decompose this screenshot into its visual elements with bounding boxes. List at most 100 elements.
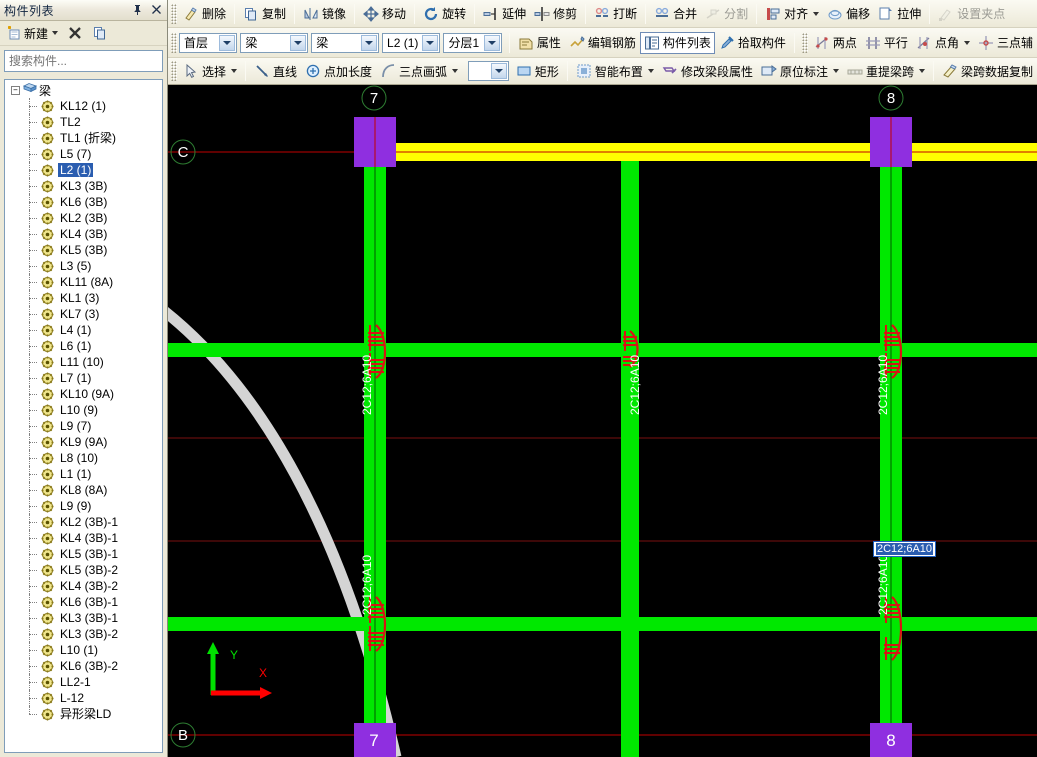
beam-horizontal-1[interactable] bbox=[168, 343, 1037, 357]
collapse-toggle-icon[interactable]: – bbox=[11, 85, 20, 95]
chevron-down-icon[interactable] bbox=[361, 34, 378, 51]
chevron-down-icon[interactable] bbox=[490, 63, 507, 79]
chevron-down-icon[interactable] bbox=[483, 34, 500, 51]
toolbar-button-extend[interactable]: 延伸 bbox=[479, 3, 530, 25]
toolbar-button-edit-rebar[interactable]: 编辑钢筋 bbox=[565, 32, 640, 54]
chevron-down-icon[interactable] bbox=[918, 69, 925, 73]
toolbar-button-trim[interactable]: 修剪 bbox=[530, 3, 581, 25]
tree-root-node[interactable]: – 梁 bbox=[5, 82, 162, 98]
tree-item[interactable]: KL6 (3B) bbox=[5, 194, 162, 210]
tree-item[interactable]: KL3 (3B)-2 bbox=[5, 626, 162, 642]
toolbar-button-align[interactable]: 对齐 bbox=[761, 3, 823, 25]
toolbar-button-eyedropper[interactable]: 拾取构件 bbox=[715, 32, 790, 54]
tree-item[interactable]: LL2-1 bbox=[5, 674, 162, 690]
tree-item[interactable]: L3 (5) bbox=[5, 258, 162, 274]
toolbar-button-point-angle[interactable]: 点角 bbox=[912, 32, 974, 54]
tree-item[interactable]: KL12 (1) bbox=[5, 98, 162, 114]
tree-item[interactable]: KL2 (3B) bbox=[5, 210, 162, 226]
search-input[interactable] bbox=[5, 52, 166, 70]
new-component-button[interactable]: 新建 bbox=[4, 24, 60, 43]
combo-shape-combo[interactable] bbox=[468, 61, 509, 81]
tree-item[interactable]: KL8 (8A) bbox=[5, 482, 162, 498]
toolbar-button-mirror[interactable]: 镜像 bbox=[299, 3, 350, 25]
tree-item[interactable]: KL3 (3B) bbox=[5, 178, 162, 194]
toolbar-grip[interactable] bbox=[171, 32, 177, 53]
close-icon[interactable] bbox=[148, 1, 165, 18]
tree-item[interactable]: L9 (9) bbox=[5, 498, 162, 514]
tree-item[interactable]: KL5 (3B) bbox=[5, 242, 162, 258]
toolbar-button-eraser[interactable]: 删除 bbox=[179, 3, 230, 25]
pin-icon[interactable] bbox=[129, 1, 146, 18]
toolbar-grip[interactable] bbox=[171, 3, 177, 24]
toolbar-button-two-point[interactable]: 两点 bbox=[810, 32, 861, 54]
tree-item[interactable]: KL7 (3) bbox=[5, 306, 162, 322]
toolbar-button-arc[interactable]: 三点画弧 bbox=[376, 60, 462, 82]
toolbar-button-list[interactable]: 构件列表 bbox=[639, 31, 715, 54]
tree-item[interactable]: L1 (1) bbox=[5, 466, 162, 482]
beam-vertical-mid[interactable] bbox=[621, 161, 639, 757]
tree-item[interactable]: KL9 (9A) bbox=[5, 434, 162, 450]
tree-item[interactable]: L10 (9) bbox=[5, 402, 162, 418]
toolbar-grip[interactable] bbox=[171, 61, 177, 81]
chevron-down-icon[interactable] bbox=[832, 69, 839, 73]
tree-item[interactable]: KL10 (9A) bbox=[5, 386, 162, 402]
toolbar-button-smart-layout[interactable]: 智能布置 bbox=[572, 60, 658, 82]
tree-item[interactable]: KL2 (3B)-1 bbox=[5, 514, 162, 530]
chevron-down-icon[interactable] bbox=[231, 69, 238, 73]
toolbar-button-three-point[interactable]: 三点辅 bbox=[974, 32, 1037, 54]
tree-item[interactable]: L10 (1) bbox=[5, 642, 162, 658]
combo-layer[interactable]: 分层1 bbox=[443, 32, 502, 53]
toolbar-button-cursor[interactable]: 选择 bbox=[179, 60, 241, 82]
selected-rebar-label[interactable]: 2C12;6A10 bbox=[873, 541, 937, 557]
tree-item[interactable]: TL2 bbox=[5, 114, 162, 130]
tree-item[interactable]: KL5 (3B)-1 bbox=[5, 546, 162, 562]
chevron-down-icon[interactable] bbox=[647, 69, 654, 73]
toolbar-button-parallel[interactable]: 平行 bbox=[861, 32, 912, 54]
toolbar-button-merge[interactable]: 合并 bbox=[650, 3, 701, 25]
tree-item[interactable]: KL5 (3B)-2 bbox=[5, 562, 162, 578]
component-tree[interactable]: – 梁 KL12 (1) TL2 TL1 (折梁) L5 (7) L2 (1) KL3 (… bbox=[4, 79, 163, 753]
toolbar-button-stretch[interactable]: 拉伸 bbox=[874, 3, 925, 25]
toolbar-button-edit-seg[interactable]: 修改梁段属性 bbox=[658, 60, 757, 82]
tree-item[interactable]: L6 (1) bbox=[5, 338, 162, 354]
toolbar-button-insitu-mark[interactable]: 原位标注 bbox=[757, 60, 843, 82]
tree-item[interactable]: L2 (1) bbox=[5, 162, 162, 178]
tree-item[interactable]: TL1 (折梁) bbox=[5, 130, 162, 146]
tree-item[interactable]: L-12 bbox=[5, 690, 162, 706]
toolbar-grip[interactable] bbox=[801, 32, 808, 53]
tree-item[interactable]: KL4 (3B)-2 bbox=[5, 578, 162, 594]
chevron-down-icon[interactable] bbox=[422, 34, 439, 51]
toolbar-button-span-copy[interactable]: 梁跨数据复制 bbox=[938, 60, 1037, 82]
combo-type[interactable]: 梁 bbox=[311, 32, 380, 53]
toolbar-button-offset[interactable]: 偏移 bbox=[823, 3, 874, 25]
cad-drawing[interactable]: C 7 8 B 7 8 Y X bbox=[168, 85, 1037, 757]
combo-category[interactable]: 梁 bbox=[240, 32, 309, 53]
tree-item[interactable]: L5 (7) bbox=[5, 146, 162, 162]
chevron-down-icon[interactable] bbox=[813, 11, 820, 16]
tree-item[interactable]: KL3 (3B)-1 bbox=[5, 610, 162, 626]
tree-item[interactable]: L7 (1) bbox=[5, 370, 162, 386]
cad-canvas[interactable]: C78B78 Y X 2C12;6A10 2C12;6A10 2C12;6A10 2C… bbox=[168, 85, 1037, 757]
search-box[interactable] bbox=[4, 50, 181, 72]
tree-item[interactable]: KL6 (3B)-2 bbox=[5, 658, 162, 674]
chevron-down-icon[interactable] bbox=[52, 31, 59, 35]
combo-component[interactable]: L2 (1) bbox=[382, 32, 441, 53]
tree-item[interactable]: L4 (1) bbox=[5, 322, 162, 338]
toolbar-button-rotate[interactable]: 旋转 bbox=[419, 3, 470, 25]
tree-item[interactable]: KL6 (3B)-1 bbox=[5, 594, 162, 610]
toolbar-button-rectangle[interactable]: 矩形 bbox=[512, 60, 563, 82]
tree-item[interactable]: L8 (10) bbox=[5, 450, 162, 466]
chevron-down-icon[interactable] bbox=[452, 69, 459, 73]
beam-horizontal-2[interactable] bbox=[168, 617, 1037, 631]
tree-item[interactable]: KL4 (3B)-1 bbox=[5, 530, 162, 546]
tree-item[interactable]: KL11 (8A) bbox=[5, 274, 162, 290]
toolbar-button-copy[interactable]: 复制 bbox=[239, 3, 290, 25]
tree-item[interactable]: KL4 (3B) bbox=[5, 226, 162, 242]
tree-item[interactable]: 异形梁LD bbox=[5, 706, 162, 722]
tree-item[interactable]: KL1 (3) bbox=[5, 290, 162, 306]
copy-component-button[interactable] bbox=[90, 24, 110, 42]
chevron-down-icon[interactable] bbox=[290, 34, 307, 51]
combo-floor[interactable]: 首层 bbox=[179, 32, 238, 53]
delete-component-button[interactable] bbox=[65, 24, 85, 42]
chevron-down-icon[interactable] bbox=[963, 40, 970, 45]
